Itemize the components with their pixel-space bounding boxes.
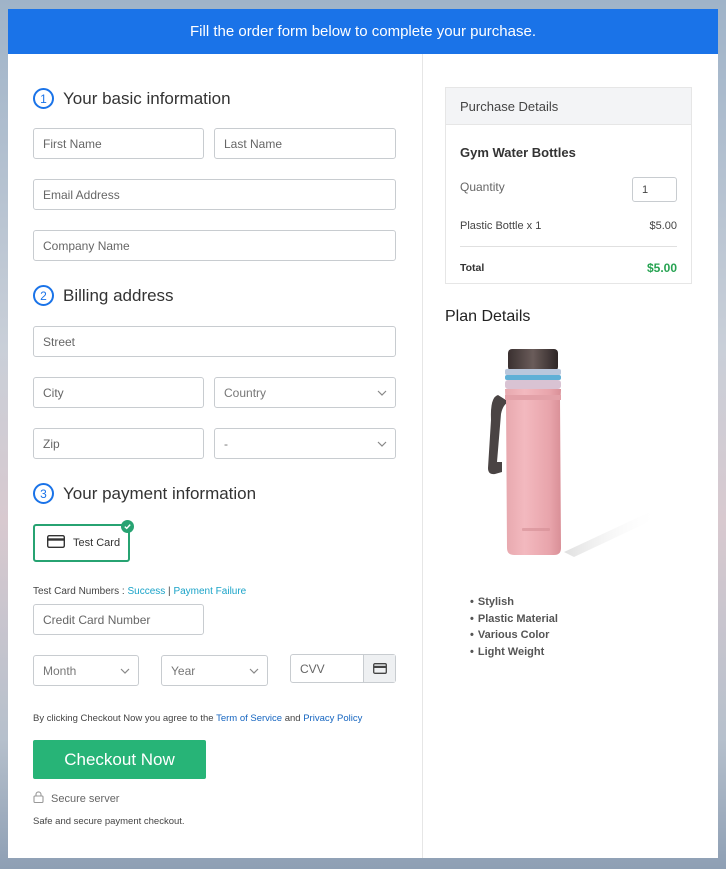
month-value: Month — [43, 663, 77, 678]
feature-item: Various Color — [470, 627, 558, 644]
step-number-3: 3 — [33, 483, 54, 504]
payment-heading: 3 Your payment information — [33, 483, 256, 504]
purchase-details-box: Purchase Details Gym Water Bottles Quant… — [445, 87, 692, 284]
checkout-now-button[interactable]: Checkout Now — [33, 740, 206, 779]
year-value: Year — [171, 663, 196, 678]
feature-list: Stylish Plastic Material Various Color L… — [470, 594, 558, 660]
product-name: Gym Water Bottles — [460, 145, 677, 160]
chevron-down-icon — [249, 666, 259, 675]
banner-text: Fill the order form below to complete yo… — [190, 23, 536, 40]
chevron-down-icon — [377, 388, 387, 397]
terms-and: and — [282, 713, 304, 724]
terms-prefix: By clicking Checkout Now you agree to th… — [33, 713, 217, 724]
quantity-row: Quantity 1 — [460, 177, 677, 202]
test-card-numbers: Test Card Numbers : Success | Payment Fa… — [33, 586, 246, 597]
billing-title: Billing address — [63, 285, 174, 305]
line-item-row: Plastic Bottle x 1 $5.00 — [460, 220, 677, 232]
line-item-price: $5.00 — [649, 220, 677, 232]
feature-item: Plastic Material — [470, 611, 558, 628]
order-form: 1 Your basic information First Name Last… — [8, 54, 423, 858]
product-title: Gym Water Bottles — [460, 145, 576, 160]
billing-heading: 2 Billing address — [33, 285, 174, 306]
street-placeholder: Street — [43, 334, 76, 349]
feature-item: Stylish — [470, 594, 558, 611]
company-placeholder: Company Name — [43, 238, 130, 253]
privacy-policy-link[interactable]: Privacy Policy — [303, 713, 362, 724]
step-number-1: 1 — [33, 88, 54, 109]
water-bottle-image — [488, 349, 659, 557]
city-input[interactable]: City — [33, 377, 204, 408]
email-placeholder: Email Address — [43, 187, 120, 202]
payment-title: Your payment information — [63, 483, 257, 503]
card-icon-box — [363, 655, 395, 682]
total-row: Total $5.00 — [460, 261, 677, 275]
safe-payment-note: Safe and secure payment checkout. — [33, 816, 185, 827]
secure-server: Secure server — [33, 791, 119, 806]
step-number-2: 2 — [33, 285, 54, 306]
purchase-details-header: Purchase Details — [446, 88, 691, 125]
quantity-input[interactable]: 1 — [632, 177, 677, 202]
country-value: Country — [224, 385, 267, 400]
street-input[interactable]: Street — [33, 326, 396, 357]
check-icon — [121, 520, 134, 533]
card-number-input[interactable]: Credit Card Number — [33, 604, 204, 635]
zip-placeholder: Zip — [43, 436, 60, 451]
header-banner: Fill the order form below to complete yo… — [8, 9, 718, 54]
country-select[interactable]: Country — [214, 377, 396, 408]
line-item-name: Plastic Bottle x 1 — [460, 220, 542, 232]
secure-server-label: Secure server — [51, 792, 120, 805]
summary-divider — [460, 246, 677, 247]
test-numbers-prefix: Test Card Numbers : — [33, 586, 128, 597]
email-input[interactable]: Email Address — [33, 179, 396, 210]
terms-text: By clicking Checkout Now you agree to th… — [33, 713, 362, 724]
summary-panel: Purchase Details Gym Water Bottles Quant… — [424, 54, 718, 858]
credit-card-icon — [46, 534, 66, 551]
city-placeholder: City — [43, 385, 64, 400]
payment-failure-link[interactable]: Payment Failure — [173, 586, 246, 597]
last-name-placeholder: Last Name — [224, 136, 283, 151]
terms-of-service-link[interactable]: Term of Service — [216, 713, 282, 724]
credit-card-icon — [372, 663, 387, 674]
company-input[interactable]: Company Name — [33, 230, 396, 261]
test-card-option[interactable]: Test Card — [33, 520, 134, 562]
state-select[interactable]: - — [214, 428, 396, 459]
cvv-placeholder: CVV — [300, 661, 325, 676]
test-card-label: Test Card — [73, 537, 121, 549]
basic-info-title: Your basic information — [63, 88, 231, 108]
feature-item: Light Weight — [470, 644, 558, 661]
quantity-label: Quantity — [460, 179, 505, 194]
total-label: Total — [460, 262, 485, 274]
basic-info-heading: 1 Your basic information — [33, 88, 231, 109]
total-value: $5.00 — [646, 261, 677, 275]
order-form-card: 1 Your basic information First Name Last… — [8, 54, 718, 858]
lock-icon — [33, 791, 44, 806]
cvv-input[interactable]: CVV — [290, 654, 396, 683]
first-name-placeholder: First Name — [43, 136, 102, 151]
chevron-down-icon — [377, 439, 387, 448]
year-select[interactable]: Year — [161, 655, 268, 686]
month-select[interactable]: Month — [33, 655, 139, 686]
state-value: - — [224, 436, 228, 451]
success-link[interactable]: Success — [127, 586, 165, 597]
plan-details-title: Plan Details — [445, 308, 531, 325]
last-name-input[interactable]: Last Name — [214, 128, 396, 159]
card-number-placeholder: Credit Card Number — [43, 612, 151, 627]
chevron-down-icon — [120, 666, 130, 675]
first-name-input[interactable]: First Name — [33, 128, 204, 159]
zip-input[interactable]: Zip — [33, 428, 204, 459]
